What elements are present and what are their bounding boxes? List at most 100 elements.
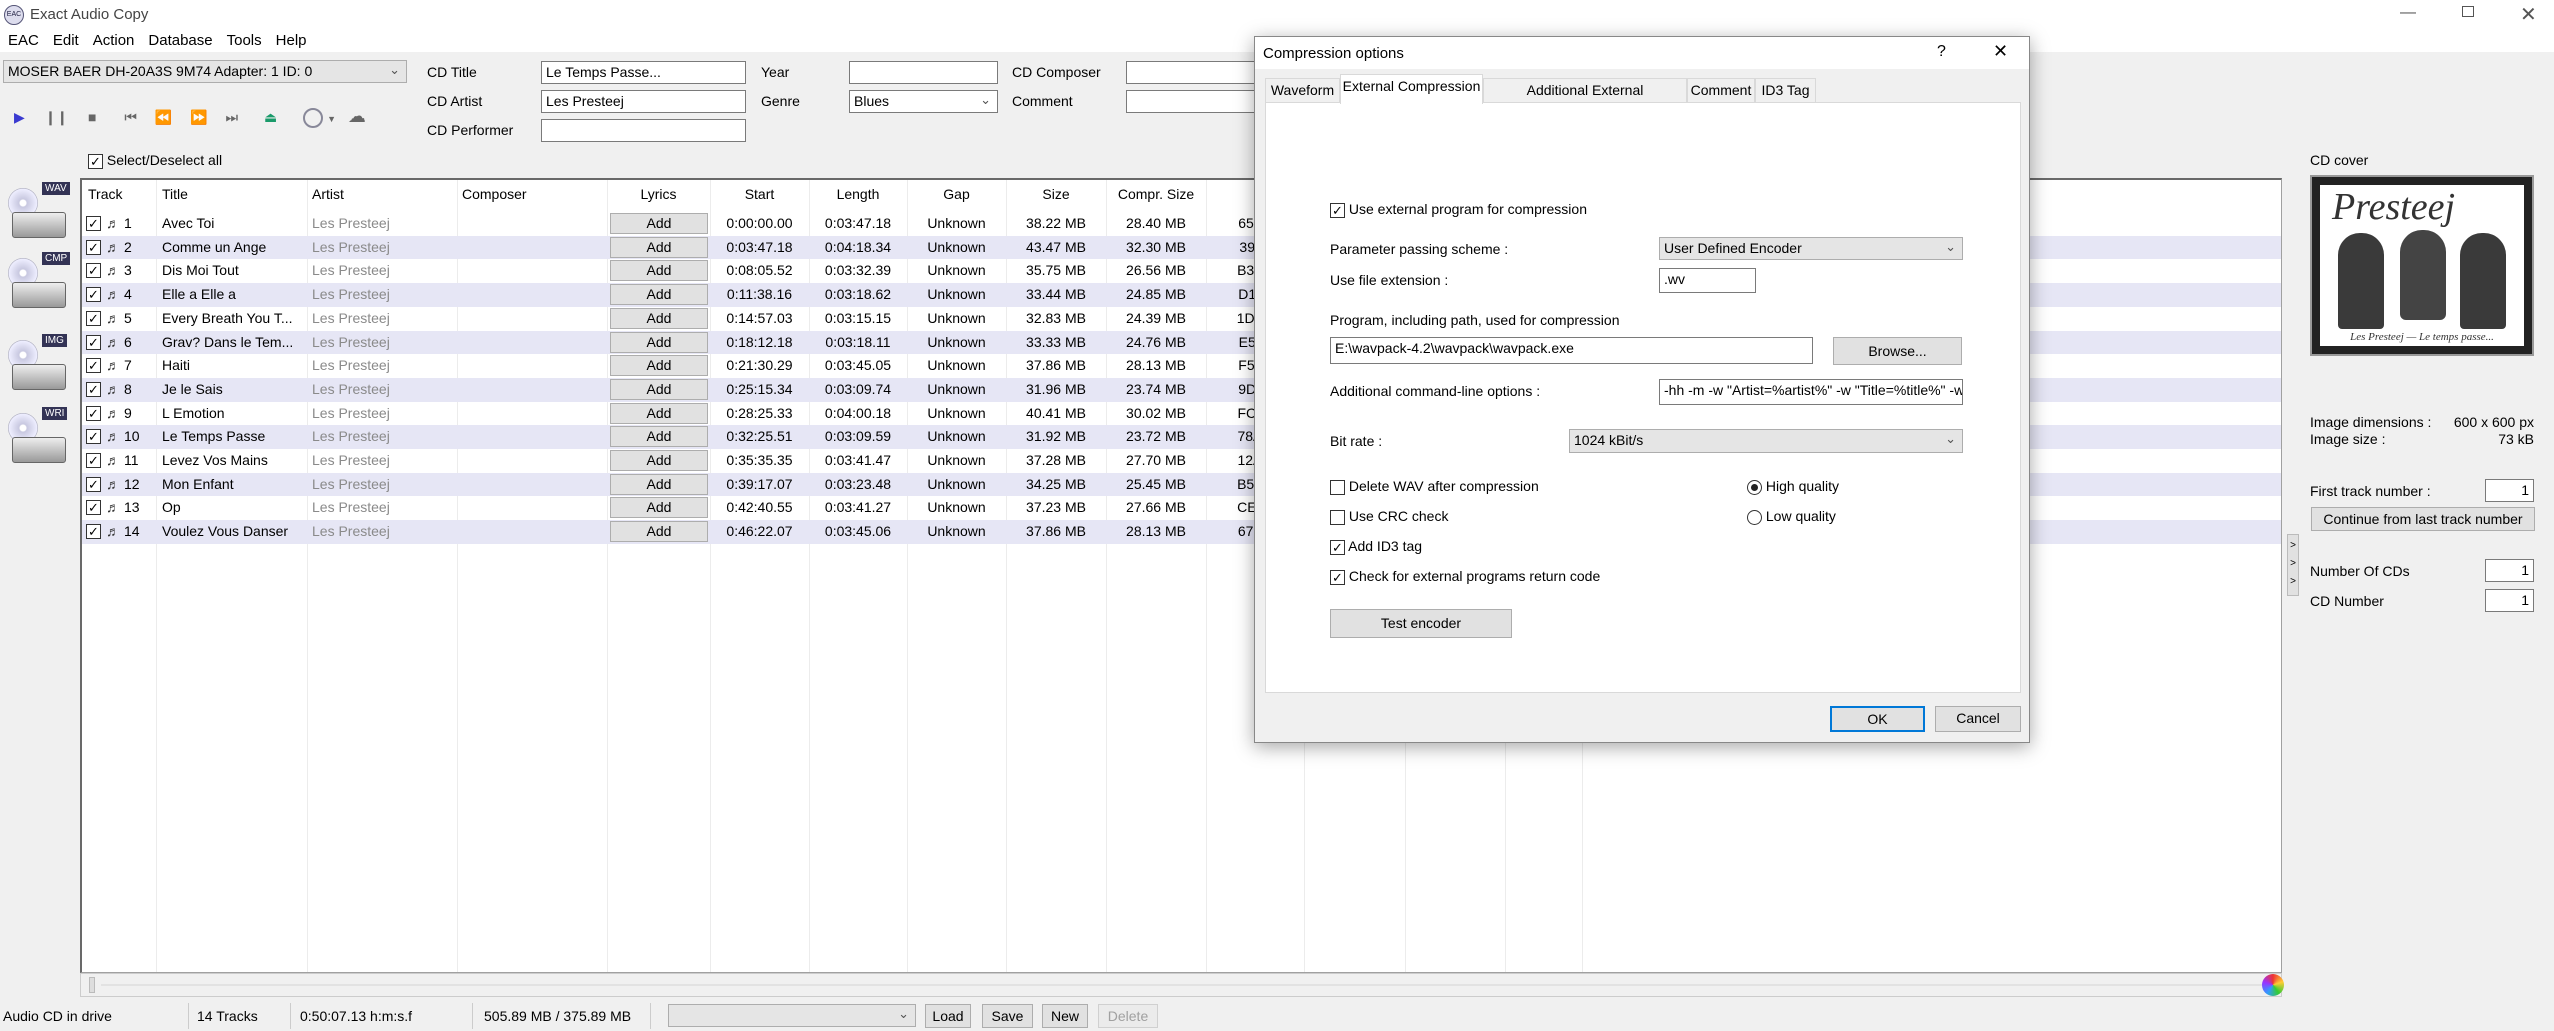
skip-back-icon[interactable]: ⏮ <box>124 109 137 125</box>
track-checkbox[interactable]: ✓ <box>86 239 101 255</box>
tab-external-compression[interactable]: External Compression <box>1340 74 1483 104</box>
quality-radio-1[interactable]: Low quality <box>1747 508 1836 525</box>
add-lyrics-button[interactable]: Add <box>610 236 708 258</box>
add-lyrics-button[interactable]: Add <box>610 378 708 400</box>
scheme-select[interactable]: User Defined Encoder ⌄ <box>1659 237 1963 260</box>
add-lyrics-button[interactable]: Add <box>610 331 708 353</box>
mode-img-icon[interactable]: IMG <box>8 334 74 398</box>
first-track-input[interactable]: 1 <box>2485 479 2534 502</box>
column-header-size[interactable]: Size <box>1006 186 1106 202</box>
profile-select[interactable]: ⌄ <box>668 1004 916 1027</box>
radio-unselected[interactable] <box>1747 509 1762 525</box>
load-button[interactable]: Load <box>925 1004 971 1028</box>
cmdline-input[interactable]: -hh -m -w "Artist=%artist%" -w "Title=%t… <box>1659 379 1963 405</box>
year-input[interactable] <box>849 61 998 84</box>
browse-button[interactable]: Browse... <box>1833 337 1962 365</box>
cd-title-input[interactable]: Le Temps Passe... <box>541 61 746 84</box>
number-of-cds-input[interactable]: 1 <box>2485 559 2534 582</box>
cd-artist-input[interactable]: Les Presteej <box>541 90 746 113</box>
add-lyrics-button[interactable]: Add <box>610 284 708 306</box>
radio-selected[interactable] <box>1747 479 1762 495</box>
horizontal-scrollbar[interactable] <box>80 973 2282 997</box>
dropdown-arrow-icon[interactable]: ▼ <box>327 114 336 124</box>
tab-waveform[interactable]: Waveform <box>1265 78 1340 103</box>
track-checkbox[interactable]: ✓ <box>86 358 101 374</box>
track-checkbox[interactable]: ✓ <box>86 381 101 397</box>
column-header-artist[interactable]: Artist <box>312 186 344 202</box>
add-lyrics-button[interactable]: Add <box>610 497 708 519</box>
add-lyrics-button[interactable]: Add <box>610 402 708 424</box>
bitrate-select[interactable]: 1024 kBit/s ⌄ <box>1569 429 1963 453</box>
track-checkbox[interactable]: ✓ <box>86 476 101 492</box>
track-checkbox[interactable]: ✓ <box>86 429 101 445</box>
dialog-close-button[interactable]: ✕ <box>1993 41 2008 62</box>
mode-wri-icon[interactable]: WRI <box>8 407 74 471</box>
cd-number-input[interactable]: 1 <box>2485 589 2534 612</box>
mode-wav-icon[interactable]: WAV <box>8 182 74 246</box>
skip-forward-icon[interactable]: ⏭ <box>226 109 239 125</box>
stop-icon[interactable]: ■ <box>88 109 96 125</box>
ok-button[interactable]: OK <box>1830 706 1925 732</box>
checkbox-checked[interactable]: ✓ <box>1330 539 1345 555</box>
test-encoder-button[interactable]: Test encoder <box>1330 609 1512 638</box>
close-button[interactable]: ✕ <box>2520 2 2537 27</box>
track-checkbox[interactable]: ✓ <box>86 263 101 279</box>
maximize-button[interactable] <box>2462 6 2474 17</box>
play-icon[interactable]: ▶ <box>14 109 25 125</box>
cd-menu-icon[interactable] <box>303 108 324 129</box>
tab-id3-tag[interactable]: ID3 Tag <box>1755 78 1816 103</box>
menu-database[interactable]: Database <box>148 32 212 49</box>
menu-tools[interactable]: Tools <box>227 32 262 49</box>
column-header-title[interactable]: Title <box>162 186 188 202</box>
program-path-input[interactable]: E:\wavpack-4.2\wavpack\wavpack.exe <box>1330 337 1813 364</box>
new-button[interactable]: New <box>1042 1004 1088 1028</box>
add-lyrics-button[interactable]: Add <box>610 307 708 329</box>
track-checkbox[interactable]: ✓ <box>86 334 101 350</box>
column-header-composer[interactable]: Composer <box>462 186 527 202</box>
add-lyrics-button[interactable]: Add <box>610 521 708 543</box>
checkbox-checked[interactable]: ✓ <box>1330 569 1345 585</box>
select-all-checkbox[interactable]: ✓ Select/Deselect all <box>88 152 222 169</box>
option-checkbox-2[interactable]: ✓ Add ID3 tag <box>1330 538 1422 555</box>
option-checkbox-1[interactable]: Use CRC check <box>1330 508 1448 525</box>
drive-select[interactable]: MOSER BAER DH-20A3S 9M74 Adapter: 1 ID: … <box>3 60 407 83</box>
mode-cmp-icon[interactable]: CMP <box>8 252 74 316</box>
column-header-length[interactable]: Length <box>809 186 907 202</box>
column-header-gap[interactable]: Gap <box>907 186 1006 202</box>
menu-eac[interactable]: EAC <box>8 32 39 49</box>
checkbox-checked[interactable]: ✓ <box>88 153 103 169</box>
add-lyrics-button[interactable]: Add <box>610 213 708 234</box>
checkbox-unchecked[interactable] <box>1330 509 1345 525</box>
use-external-checkbox[interactable]: ✓ Use external program for compression <box>1330 201 1587 218</box>
expand-panel-button[interactable]: > > > <box>2287 534 2299 596</box>
track-checkbox[interactable]: ✓ <box>86 310 101 326</box>
tab-comment[interactable]: Comment <box>1687 78 1755 103</box>
column-header-lyrics[interactable]: Lyrics <box>607 186 710 202</box>
menu-edit[interactable]: Edit <box>53 32 79 49</box>
tab-additional-external-compression[interactable]: Additional External Compression <box>1483 78 1687 121</box>
help-button[interactable]: ? <box>1937 43 1946 61</box>
column-header-compr-size[interactable]: Compr. Size <box>1106 186 1206 202</box>
add-lyrics-button[interactable]: Add <box>610 355 708 377</box>
save-button[interactable]: Save <box>982 1004 1033 1028</box>
option-checkbox-0[interactable]: Delete WAV after compression <box>1330 478 1539 495</box>
pause-icon[interactable]: ❙❙ <box>45 109 68 125</box>
column-header-start[interactable]: Start <box>710 186 809 202</box>
file-extension-input[interactable]: .wv <box>1659 268 1756 293</box>
color-disc-icon[interactable] <box>2262 974 2284 996</box>
scrollbar-thumb[interactable] <box>89 977 95 993</box>
menu-help[interactable]: Help <box>276 32 307 49</box>
fast-forward-icon[interactable]: ⏩ <box>190 109 207 125</box>
freedb-icon[interactable]: ☁ <box>348 106 366 126</box>
cancel-button[interactable]: Cancel <box>1935 706 2021 732</box>
add-lyrics-button[interactable]: Add <box>610 450 708 471</box>
cd-performer-input[interactable] <box>541 119 746 142</box>
add-lyrics-button[interactable]: Add <box>610 426 708 448</box>
add-lyrics-button[interactable]: Add <box>610 473 708 495</box>
add-lyrics-button[interactable]: Add <box>610 260 708 282</box>
column-header-track[interactable]: Track <box>88 186 122 202</box>
cd-cover-image[interactable]: Presteej Les Presteej — Le temps passe..… <box>2310 175 2534 356</box>
track-checkbox[interactable]: ✓ <box>86 216 101 231</box>
track-checkbox[interactable]: ✓ <box>86 524 101 540</box>
delete-button[interactable]: Delete <box>1098 1004 1158 1028</box>
